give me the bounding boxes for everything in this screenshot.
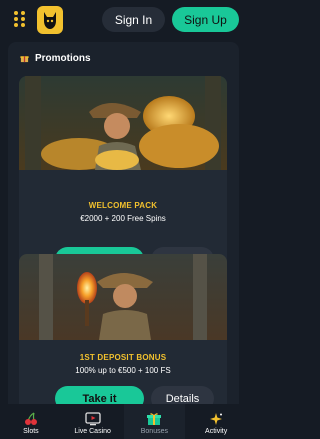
sparkle-icon bbox=[210, 413, 223, 425]
promo-subtitle: 100% up to €500 + 100 FS bbox=[75, 366, 171, 375]
promotions-panel: Promotions WELCOME PACK €2000 + 200 Free… bbox=[8, 42, 239, 404]
nav-item-bonuses[interactable]: Bonuses bbox=[123, 404, 186, 439]
nav-label: Activity bbox=[205, 428, 228, 435]
nav-label: Slots bbox=[23, 428, 39, 435]
promo-title: 1ST DEPOSIT BONUS bbox=[79, 353, 167, 362]
sign-up-button[interactable]: Sign Up bbox=[172, 7, 239, 32]
take-it-button[interactable]: Take it bbox=[55, 386, 144, 404]
nav-label: Bonuses bbox=[140, 428, 168, 435]
black-cat-logo[interactable] bbox=[37, 6, 63, 34]
promotions-title: Promotions bbox=[35, 52, 91, 64]
top-bar: Sign In Sign Up bbox=[0, 0, 247, 40]
gift-icon bbox=[147, 413, 162, 425]
nav-item-live-casino[interactable]: Live Casino bbox=[62, 404, 124, 439]
explorer-treasure-image bbox=[19, 76, 227, 170]
tv-icon bbox=[84, 412, 101, 426]
gift-icon bbox=[20, 55, 29, 62]
grid-menu-icon[interactable] bbox=[14, 11, 28, 27]
promo-card-welcome-pack: WELCOME PACK €2000 + 200 Free Spins Take… bbox=[19, 76, 227, 279]
bottom-nav: Slots Live Casino Bonuses Activity bbox=[0, 404, 247, 439]
promotions-heading: Promotions bbox=[20, 51, 91, 65]
nav-item-activity[interactable]: Activity bbox=[185, 404, 247, 439]
promo-subtitle: €2000 + 200 Free Spins bbox=[80, 214, 166, 223]
sign-in-button[interactable]: Sign In bbox=[102, 7, 165, 32]
nav-item-slots[interactable]: Slots bbox=[0, 404, 62, 439]
details-button[interactable]: Details bbox=[151, 386, 214, 404]
cherries-icon bbox=[24, 412, 37, 425]
promo-card-first-deposit: 1ST DEPOSIT BONUS 100% up to €500 + 100 … bbox=[19, 254, 227, 404]
promo-title: WELCOME PACK bbox=[88, 201, 158, 210]
explorer-torch-image bbox=[19, 254, 227, 340]
nav-label: Live Casino bbox=[74, 428, 111, 435]
